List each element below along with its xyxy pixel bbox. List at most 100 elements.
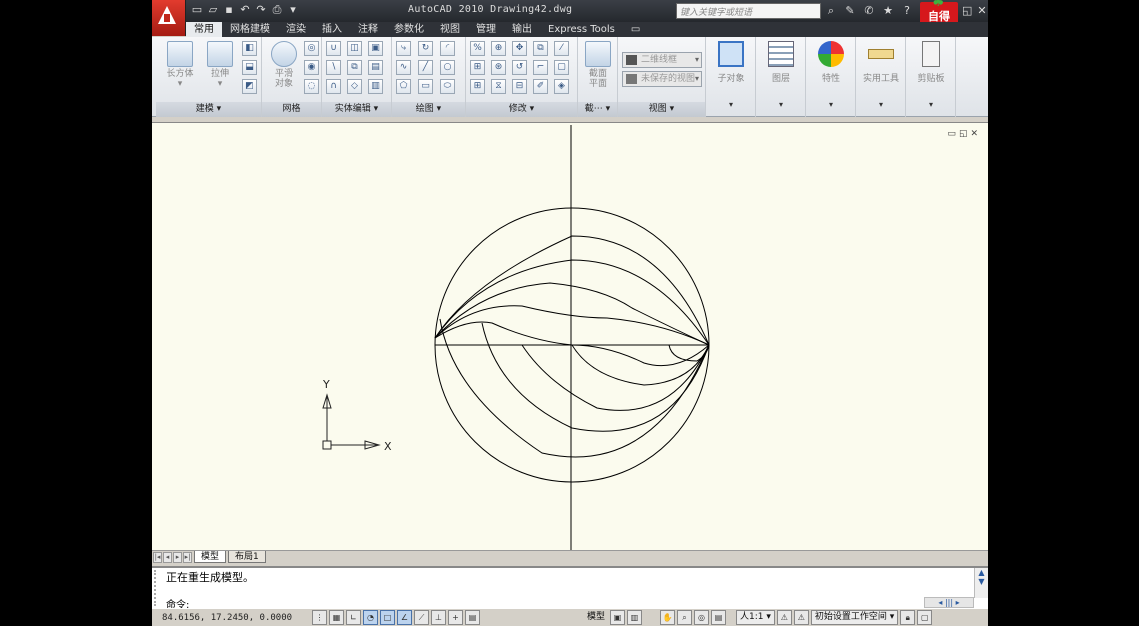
showmotion-icon[interactable]: ▤ xyxy=(711,610,727,625)
dynamic-ucs-icon[interactable]: ⟋ xyxy=(414,610,429,625)
panel-title-section[interactable]: 截⋯ ▾ xyxy=(578,102,617,117)
help-icon[interactable]: ? xyxy=(900,3,914,18)
lineweight-icon[interactable]: + xyxy=(448,610,463,625)
next-layout-icon[interactable]: ▸ xyxy=(173,551,182,563)
extract-edges-icon[interactable]: ◫ xyxy=(347,41,362,56)
clean-screen-icon[interactable]: ▢ xyxy=(917,610,933,625)
extrude-face-icon[interactable]: ▣ xyxy=(368,41,383,56)
quick-view-layouts-icon[interactable]: ▣ xyxy=(610,610,626,625)
viewport-restore-icon[interactable]: ◱ xyxy=(959,129,968,139)
viewport-minimize-icon[interactable]: ▭ xyxy=(947,129,956,139)
drawing-svg[interactable]: Y X xyxy=(152,123,988,551)
subtract-icon[interactable]: ∖ xyxy=(326,60,341,75)
offset-icon[interactable]: ▢ xyxy=(554,60,569,75)
drawing-canvas[interactable]: Y X ▭ ◱ ✕ xyxy=(152,122,988,551)
sweep-icon[interactable]: ◩ xyxy=(242,79,257,94)
align-icon[interactable]: ⊞ xyxy=(470,60,485,75)
mesh-refine-icon[interactable]: ◌ xyxy=(304,79,319,94)
spline-icon[interactable]: ∿ xyxy=(396,60,411,75)
open-file-icon[interactable]: ▱ xyxy=(206,3,220,17)
ortho-mode-icon[interactable]: ∟ xyxy=(346,610,361,625)
trim-icon[interactable]: ⁄ xyxy=(554,41,569,56)
tab-manage[interactable]: 管理 xyxy=(468,22,504,37)
coordinate-readout[interactable]: 84.6156, 17.2450, 0.0000 xyxy=(162,613,292,623)
mesh-smooth-less-icon[interactable]: ◉ xyxy=(304,60,319,75)
panel-title-modeling[interactable]: 建模 ▾ xyxy=(156,102,261,117)
panel-title-view[interactable]: 视图 ▾ xyxy=(618,102,705,117)
wrench-icon[interactable]: ✎ xyxy=(843,3,857,18)
rotate-2d-icon[interactable]: ↺ xyxy=(512,60,527,75)
steering-wheel-icon[interactable]: ◎ xyxy=(694,610,710,625)
layers-tool[interactable]: 图层 ▾ xyxy=(756,41,806,109)
slice-icon[interactable]: ▥ xyxy=(368,79,383,94)
redo-icon[interactable]: ↷ xyxy=(254,3,268,17)
save-icon[interactable]: ▪ xyxy=(222,3,236,17)
tab-parametric[interactable]: 参数化 xyxy=(386,22,432,37)
model-space-label[interactable]: 模型 xyxy=(584,610,608,625)
polyline-icon[interactable]: ⤷ xyxy=(396,41,411,56)
workspace-switch-dropdown[interactable]: 初始设置工作空间 ▾ xyxy=(810,610,899,625)
undo-icon[interactable]: ↶ xyxy=(238,3,252,17)
snap-mode-icon[interactable]: ⋮ xyxy=(312,610,327,625)
clipboard-tool[interactable]: 剪贴板 ▾ xyxy=(906,41,956,109)
command-scrollbar[interactable]: ▲ ▼ xyxy=(974,568,988,598)
quick-properties-icon[interactable]: ▤ xyxy=(465,610,480,625)
tab-model[interactable]: 模型 xyxy=(194,551,227,563)
polar-tracking-icon[interactable]: ◔ xyxy=(363,610,378,625)
properties-tool[interactable]: 特性 ▾ xyxy=(806,41,856,109)
saved-view-dropdown[interactable]: 未保存的视图 ▾ xyxy=(622,71,702,87)
polysolid-icon[interactable]: ◧ xyxy=(242,41,257,56)
rectangle-icon[interactable]: ▭ xyxy=(418,79,433,94)
array-icon[interactable]: ⊞ xyxy=(470,79,485,94)
new-file-icon[interactable]: ▭ xyxy=(190,3,204,17)
command-line-grip[interactable] xyxy=(154,570,160,606)
ellipse-icon[interactable]: ⬭ xyxy=(440,79,455,94)
tab-layout1[interactable]: 布局1 xyxy=(228,551,266,563)
tab-view[interactable]: 视图 xyxy=(432,22,468,37)
stretch-icon[interactable]: ⊟ xyxy=(512,79,527,94)
first-layout-icon[interactable]: |◂ xyxy=(153,551,162,563)
mesh-smooth-more-icon[interactable]: ◎ xyxy=(304,41,319,56)
restore-window-icon[interactable]: ◱ xyxy=(962,4,972,17)
mirror-icon[interactable]: ⧖ xyxy=(491,79,506,94)
3d-move-icon[interactable]: ⊛ xyxy=(491,60,506,75)
annotation-visibility-icon[interactable]: ⚠ xyxy=(776,610,792,625)
help-search-input[interactable]: 键入关键字或短语 xyxy=(676,3,821,19)
utilities-tool[interactable]: 实用工具 ▾ xyxy=(856,41,906,109)
taper-face-icon[interactable]: ▤ xyxy=(368,60,383,75)
grid-display-icon[interactable]: ▦ xyxy=(329,610,344,625)
command-horizontal-scrollbar[interactable]: ◂ ||| ▸ xyxy=(924,597,974,608)
viewport-close-icon[interactable]: ✕ xyxy=(970,129,978,139)
smooth-object-tool[interactable]: 平滑 对象 xyxy=(266,41,302,89)
polygon-icon[interactable]: ⬠ xyxy=(396,79,411,94)
tab-render[interactable]: 渲染 xyxy=(278,22,314,37)
auto-scale-icon[interactable]: ⚠ xyxy=(793,610,809,625)
tab-insert[interactable]: 插入 xyxy=(314,22,350,37)
rotate-icon[interactable]: ↻ xyxy=(418,41,433,56)
qat-dropdown-icon[interactable]: ▾ xyxy=(286,3,300,17)
section-plane-tool[interactable]: 截面 平面 xyxy=(580,41,616,89)
last-layout-icon[interactable]: ▸| xyxy=(183,551,192,563)
dynamic-input-icon[interactable]: ⊥ xyxy=(431,610,446,625)
panel-title-modify[interactable]: 修改 ▾ xyxy=(466,102,577,117)
separate-icon[interactable]: ⧉ xyxy=(347,60,362,75)
prev-layout-icon[interactable]: ◂ xyxy=(163,551,172,563)
close-window-icon[interactable]: ✕ xyxy=(977,4,986,17)
tab-output[interactable]: 输出 xyxy=(504,22,540,37)
presspull-icon[interactable]: ⬓ xyxy=(242,60,257,75)
panel-title-solid-editing[interactable]: 实体编辑 ▾ xyxy=(322,102,391,117)
favorites-star-icon[interactable]: ★ xyxy=(881,3,895,18)
object-snap-tracking-icon[interactable]: ∠ xyxy=(397,610,412,625)
tab-mesh-modeling[interactable]: 网格建模 xyxy=(222,22,278,37)
annotation-scale-dropdown[interactable]: 人1:1 ▾ xyxy=(736,610,775,625)
binoculars-icon[interactable]: ⌕ xyxy=(824,3,838,18)
lock-toolbars-icon[interactable]: 🔒︎ xyxy=(900,610,916,625)
arc-icon[interactable]: ◜ xyxy=(440,41,455,56)
box-tool[interactable]: 长方体 ▾ xyxy=(162,41,198,89)
tab-home[interactable]: 常用 xyxy=(186,22,222,37)
extrude-tool[interactable]: 拉伸 ▾ xyxy=(202,41,238,89)
union-icon[interactable]: ∪ xyxy=(326,41,341,56)
visual-style-dropdown[interactable]: 二维线框 ▾ xyxy=(622,52,702,68)
line-icon[interactable]: ╱ xyxy=(418,60,433,75)
subobject-tool[interactable]: 子对象 ▾ xyxy=(706,41,756,109)
